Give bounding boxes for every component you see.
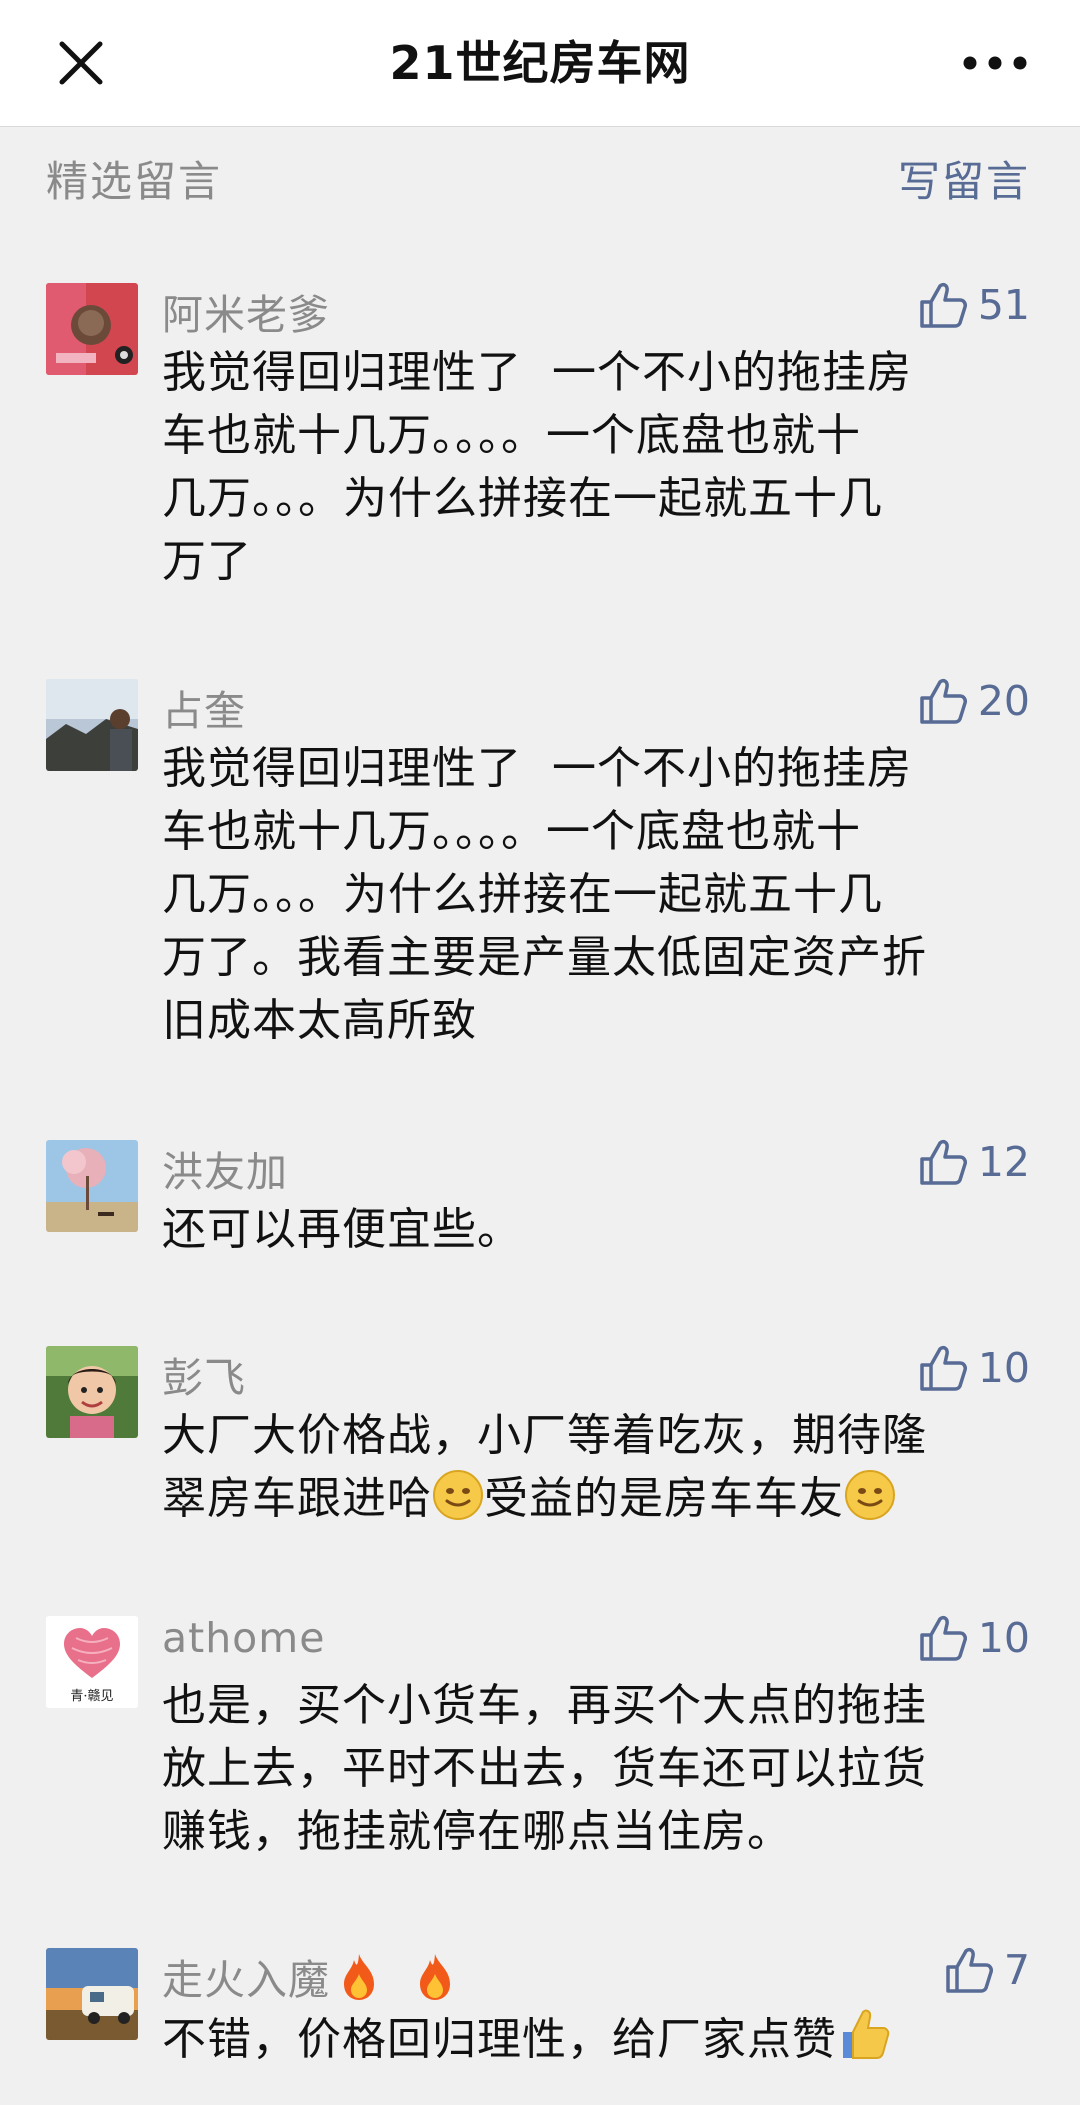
smile-emoji-icon — [433, 1470, 483, 1520]
like-button[interactable]: 20 — [918, 673, 1030, 729]
commenter-name: athome — [162, 1614, 326, 1662]
comment-text: 我觉得回归理性了 一个不小的拖挂房 车也就十几万。。。。一个底盘也就十 几万。。… — [162, 743, 927, 1046]
thumbs-up-icon — [920, 282, 967, 328]
commenter-name: 走火入魔 — [162, 1946, 458, 2006]
comments-header: 精选留言 写留言 — [0, 126, 1080, 216]
like-count: 51 — [977, 281, 1030, 329]
smile-emoji-icon — [845, 1470, 895, 1520]
thumbs-up-icon — [920, 1345, 967, 1391]
write-comment-link[interactable]: 写留言 — [898, 148, 1030, 209]
fire-icon — [420, 1954, 450, 2000]
fire-icon — [344, 1954, 374, 2000]
like-count: 10 — [977, 1344, 1030, 1392]
like-count: 10 — [977, 1614, 1030, 1662]
avatar[interactable]: 青·赣见 — [46, 1616, 138, 1708]
like-button[interactable]: 12 — [918, 1134, 1030, 1190]
avatar[interactable] — [46, 1948, 138, 2040]
thumbs-up-icon — [920, 678, 967, 724]
commenter-name: 阿米老爹 — [162, 291, 330, 339]
commenter-name: 彭飞 — [162, 1354, 246, 1402]
commenter-name: 洪友加 — [162, 1148, 288, 1196]
comment-text: 还可以再便宜些。 — [162, 1204, 522, 1255]
avatar-signature: 青·赣见 — [70, 1689, 113, 1704]
like-count: 20 — [977, 677, 1030, 725]
comment-text: 我觉得回归理性了 一个不小的拖挂房 车也就十几万。。。。一个底盘也就十 几万。。… — [162, 347, 912, 587]
thumbs-up-icon — [920, 1615, 967, 1661]
page-title: 21世纪房车网 — [389, 36, 691, 90]
like-button[interactable]: 7 — [944, 1942, 1030, 1998]
commenter-name: 占奎 — [162, 687, 246, 735]
avatar[interactable] — [46, 1346, 138, 1438]
comment-text: 也是，买个小货车，再买个大点的拖挂 放上去，平时不出去，货车还可以拉货 赚钱，拖… — [162, 1680, 927, 1857]
thumbs-up-emoji-icon — [843, 2009, 890, 2059]
like-button[interactable]: 10 — [918, 1340, 1030, 1396]
thumbs-up-icon — [946, 1947, 993, 1993]
more-icon[interactable] — [960, 48, 1030, 78]
avatar[interactable] — [46, 1140, 138, 1232]
thumbs-up-icon — [920, 1139, 967, 1185]
avatar[interactable] — [46, 283, 138, 375]
like-count: 7 — [1003, 1946, 1030, 1994]
comment-text: 不错，价格回归理性，给厂家点赞 — [162, 2006, 1002, 2071]
top-bar: 21世纪房车网 — [0, 0, 1080, 127]
comment-text: 大厂大价格战，小厂等着吃灰，期待隆 翠房车跟进哈 受益的是房车车友 — [162, 1410, 927, 1524]
like-button[interactable]: 10 — [918, 1610, 1030, 1666]
like-count: 12 — [977, 1138, 1030, 1186]
avatar[interactable] — [46, 679, 138, 771]
featured-comments-label: 精选留言 — [46, 157, 223, 206]
like-button[interactable]: 51 — [918, 277, 1030, 333]
